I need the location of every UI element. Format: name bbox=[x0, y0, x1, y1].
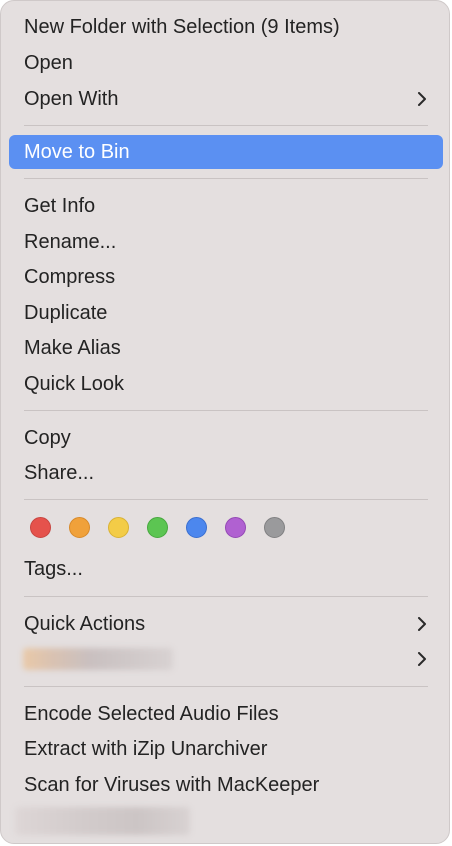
menu-item-scan-viruses[interactable]: Scan for Viruses with MacKeeper bbox=[9, 768, 443, 802]
menu-item-label: Rename... bbox=[24, 231, 117, 253]
menu-item-label: Compress bbox=[24, 266, 116, 288]
tag-yellow[interactable] bbox=[108, 517, 129, 538]
menu-item-share[interactable]: Share... bbox=[9, 456, 443, 490]
tag-purple[interactable] bbox=[225, 517, 246, 538]
menu-separator bbox=[24, 410, 428, 411]
menu-item-label: Scan for Viruses with MacKeeper bbox=[24, 774, 320, 796]
menu-item-quick-look[interactable]: Quick Look bbox=[9, 367, 443, 401]
menu-item-open[interactable]: Open bbox=[9, 46, 443, 80]
menu-item-label: Get Info bbox=[24, 195, 96, 217]
chevron-right-icon bbox=[418, 92, 426, 106]
menu-separator bbox=[24, 178, 428, 179]
chevron-right-icon bbox=[418, 617, 426, 631]
menu-item-label: Duplicate bbox=[24, 302, 108, 324]
context-menu: New Folder with Selection (9 Items) Open… bbox=[0, 0, 450, 844]
menu-item-copy[interactable]: Copy bbox=[9, 421, 443, 455]
menu-item-open-with[interactable]: Open With bbox=[9, 82, 443, 116]
menu-item-label: Share... bbox=[24, 462, 95, 484]
menu-item-label: Move to Bin bbox=[24, 141, 130, 163]
menu-item-label: Tags... bbox=[24, 558, 83, 580]
menu-item-label: Quick Actions bbox=[24, 613, 146, 635]
menu-item-label: New Folder with Selection (9 Items) bbox=[24, 16, 340, 38]
menu-separator bbox=[24, 499, 428, 500]
menu-item-redacted[interactable] bbox=[9, 803, 443, 837]
tag-green[interactable] bbox=[147, 517, 168, 538]
redacted-label bbox=[23, 648, 173, 670]
menu-item-new-folder-with-selection[interactable]: New Folder with Selection (9 Items) bbox=[9, 10, 443, 44]
menu-separator bbox=[24, 596, 428, 597]
menu-item-label: Open With bbox=[24, 88, 119, 110]
menu-item-label: Make Alias bbox=[24, 337, 121, 359]
tag-orange[interactable] bbox=[69, 517, 90, 538]
tag-blue[interactable] bbox=[186, 517, 207, 538]
menu-item-label: Encode Selected Audio Files bbox=[24, 703, 279, 725]
menu-item-tags[interactable]: Tags... bbox=[9, 552, 443, 586]
menu-item-rename[interactable]: Rename... bbox=[9, 225, 443, 259]
redacted-label bbox=[15, 807, 190, 835]
menu-separator bbox=[24, 125, 428, 126]
menu-item-label: Copy bbox=[24, 427, 71, 449]
tag-red[interactable] bbox=[30, 517, 51, 538]
menu-item-label: Open bbox=[24, 52, 73, 74]
menu-item-move-to-bin[interactable]: Move to Bin bbox=[9, 135, 443, 169]
chevron-right-icon bbox=[418, 652, 426, 666]
tag-gray[interactable] bbox=[264, 517, 285, 538]
menu-item-compress[interactable]: Compress bbox=[9, 260, 443, 294]
tag-colors-row bbox=[1, 506, 449, 550]
menu-item-duplicate[interactable]: Duplicate bbox=[9, 296, 443, 330]
menu-item-extract-izip[interactable]: Extract with iZip Unarchiver bbox=[9, 732, 443, 766]
menu-item-label: Quick Look bbox=[24, 373, 125, 395]
menu-item-make-alias[interactable]: Make Alias bbox=[9, 331, 443, 365]
menu-item-get-info[interactable]: Get Info bbox=[9, 189, 443, 223]
menu-item-redacted-submenu[interactable] bbox=[9, 642, 443, 676]
menu-separator bbox=[24, 686, 428, 687]
menu-item-encode-audio[interactable]: Encode Selected Audio Files bbox=[9, 697, 443, 731]
menu-item-label: Extract with iZip Unarchiver bbox=[24, 738, 268, 760]
menu-item-quick-actions[interactable]: Quick Actions bbox=[9, 607, 443, 641]
